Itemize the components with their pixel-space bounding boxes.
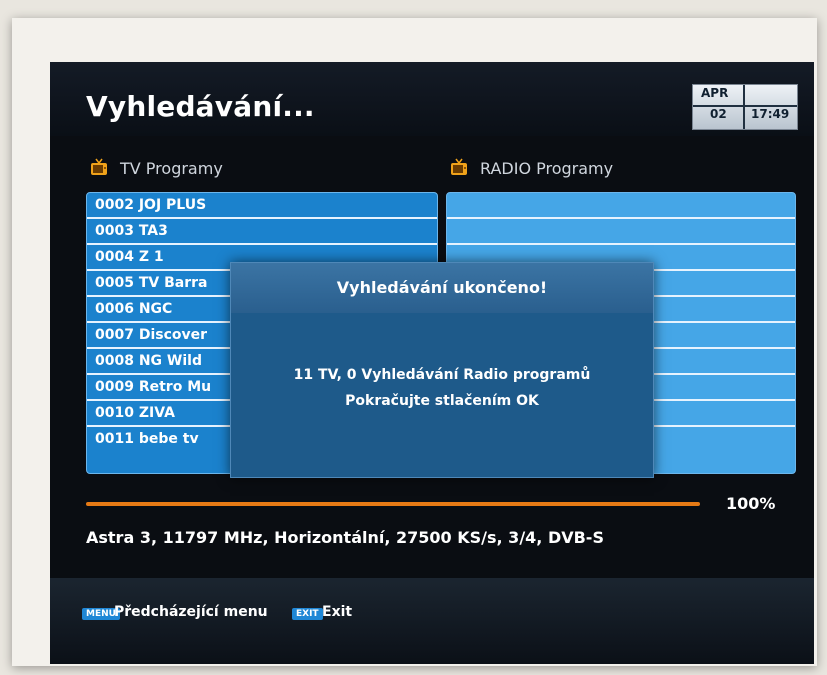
time-divider <box>743 85 745 129</box>
date-day: 02 <box>710 107 727 121</box>
page-title: Vyhledávání... <box>86 90 315 123</box>
tv-section-label: TV Programy <box>120 159 223 178</box>
scan-progress-percent: 100% <box>726 494 776 513</box>
date-month: APR <box>701 86 729 100</box>
menu-key-label: Předcházející menu <box>114 604 268 620</box>
exit-key-label: Exit <box>322 604 353 620</box>
radio-icon <box>451 158 467 175</box>
header: Vyhledávání... APR 02 17:49 <box>50 62 814 136</box>
list-item[interactable]: 0003 TA3 <box>87 219 437 245</box>
clock: 17:49 <box>751 107 790 121</box>
list-item-empty <box>447 193 795 219</box>
dialog-instruction: Pokračujte stlačením OK <box>345 393 539 409</box>
radio-section-label: RADIO Programy <box>480 159 614 178</box>
footer-help-bar: MENU Předcházející menu EXIT Exit <box>50 578 814 664</box>
transponder-info: Astra 3, 11797 MHz, Horizontální, 27500 … <box>86 528 604 547</box>
list-item-empty <box>447 219 795 245</box>
tv-icon <box>91 158 107 175</box>
tv-screen: Vyhledávání... APR 02 17:49 TV Programy <box>50 62 814 664</box>
scan-progress-bar <box>86 502 700 506</box>
exit-key-icon[interactable]: EXIT <box>292 608 323 620</box>
list-item[interactable]: 0002 JOJ PLUS <box>87 193 437 219</box>
tv-bezel: Vyhledávání... APR 02 17:49 TV Programy <box>12 18 817 666</box>
date-time-box: APR 02 17:49 <box>692 84 798 130</box>
dialog-title: Vyhledávání ukončeno! <box>231 263 653 313</box>
scan-complete-dialog[interactable]: Vyhledávání ukončeno! 11 TV, 0 Vyhledává… <box>230 262 654 478</box>
dialog-message: 11 TV, 0 Vyhledávání Radio programů <box>293 367 591 383</box>
